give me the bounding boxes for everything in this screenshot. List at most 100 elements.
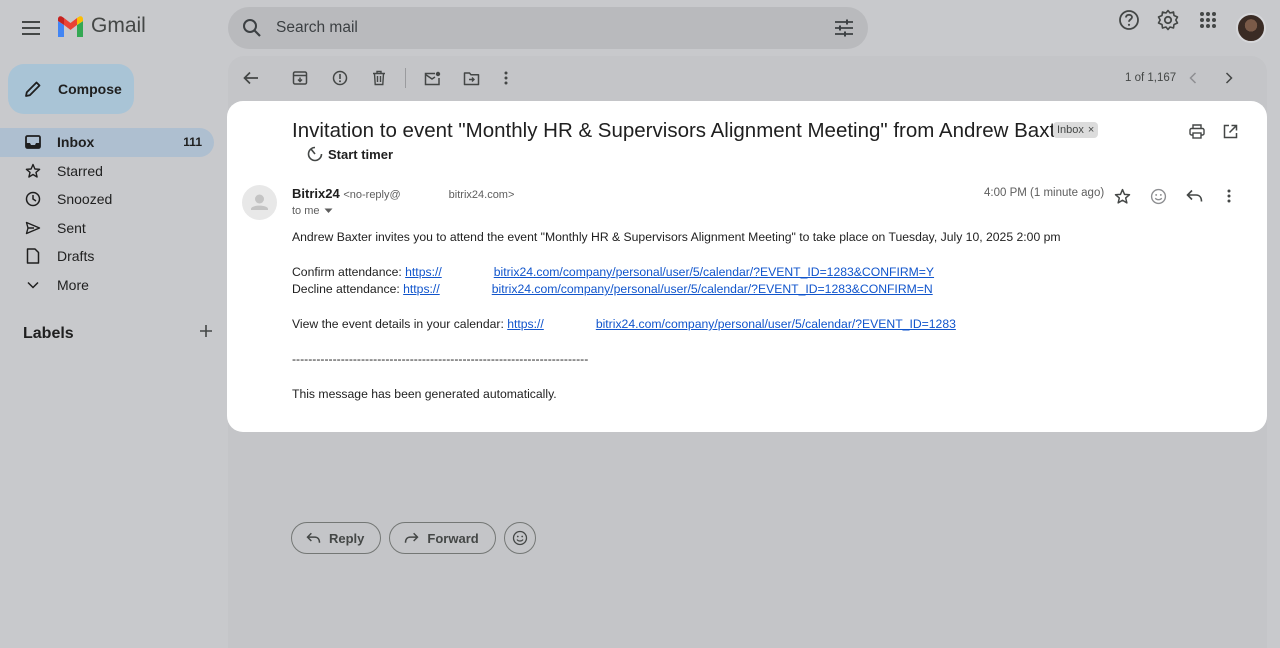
delete-button[interactable]: [365, 64, 393, 92]
star-button[interactable]: [1110, 184, 1134, 208]
more-actions-button[interactable]: [492, 64, 520, 92]
draft-icon: [24, 247, 42, 265]
recipient-details[interactable]: to me: [292, 205, 333, 217]
reply-icon-button[interactable]: [1182, 184, 1206, 208]
archive-button[interactable]: [286, 64, 314, 92]
email-card: Invitation to event "Monthly HR & Superv…: [227, 101, 1267, 432]
remove-label-icon[interactable]: ×: [1088, 124, 1094, 136]
send-icon: [24, 219, 42, 237]
emoji-icon: [512, 530, 527, 546]
back-button[interactable]: [237, 64, 265, 92]
pagination-text: 1 of 1,167: [1125, 72, 1177, 84]
star-icon: [24, 162, 42, 180]
print-button[interactable]: [1186, 120, 1208, 142]
sidebar-item-starred[interactable]: Starred: [0, 157, 214, 186]
top-bar: Gmail Search mail: [0, 0, 1280, 56]
sidebar-item-label: Inbox: [57, 134, 95, 151]
report-spam-button[interactable]: [326, 64, 354, 92]
unread-count: 111: [183, 135, 202, 150]
hamburger-icon: [22, 21, 40, 35]
footer-text: This message has been generated automati…: [292, 386, 557, 401]
labels-header: Labels: [23, 324, 213, 343]
decline-label: Decline attendance:: [292, 282, 404, 297]
email-timestamp: 4:00 PM (1 minute ago): [984, 187, 1105, 199]
message-more-button[interactable]: [1217, 184, 1241, 208]
more-vert-icon: [504, 71, 508, 85]
toolbar-divider: [405, 68, 406, 88]
chevron-down-icon: [24, 276, 42, 294]
search-input[interactable]: Search mail: [276, 19, 834, 37]
email-subject: Invitation to event "Monthly HR & Superv…: [292, 119, 1074, 142]
settings-button[interactable]: [1150, 2, 1186, 38]
labels-heading: Labels: [23, 324, 74, 342]
separator-line: ----------------------------------------…: [292, 351, 589, 366]
help-icon: [1119, 10, 1139, 30]
archive-icon: [292, 71, 308, 85]
account-avatar[interactable]: [1236, 13, 1266, 43]
open-new-window-button[interactable]: [1219, 120, 1241, 142]
sidebar: Compose Inbox 111 Starred Snoozed Sent D…: [0, 56, 228, 648]
sidebar-item-label: Sent: [57, 219, 86, 236]
compose-label: Compose: [58, 81, 122, 97]
sender-name[interactable]: Bitrix24: [292, 186, 340, 201]
sidebar-item-more[interactable]: More: [0, 271, 214, 300]
chevron-left-icon: [1189, 72, 1197, 84]
gmail-logo[interactable]: Gmail: [56, 14, 146, 38]
confirm-link[interactable]: https://bitrix24.com/company/personal/us…: [405, 265, 934, 279]
create-label-button[interactable]: [199, 324, 213, 343]
search-icon[interactable]: [242, 18, 262, 38]
move-to-button[interactable]: [457, 64, 485, 92]
open-in-new-icon: [1223, 124, 1237, 138]
sidebar-item-label: Snoozed: [57, 191, 113, 208]
inbox-label-chip[interactable]: Inbox ×: [1053, 122, 1099, 138]
add-reaction-button[interactable]: [1146, 184, 1170, 208]
reply-icon: [1185, 189, 1202, 202]
recipient-text: to me: [292, 205, 320, 217]
plus-icon: [200, 325, 212, 337]
newer-button[interactable]: [1179, 64, 1207, 92]
search-bar[interactable]: Search mail: [228, 7, 868, 49]
sender-email-suffix: bitrix24.com>: [448, 189, 515, 201]
print-icon: [1189, 123, 1205, 139]
gear-icon: [1157, 9, 1179, 31]
emoji-icon: [1150, 188, 1166, 204]
more-vert-icon: [1227, 189, 1231, 203]
view-calendar-link[interactable]: https://bitrix24.com/company/personal/us…: [507, 317, 956, 331]
sidebar-item-inbox[interactable]: Inbox 111: [0, 128, 214, 157]
compose-button[interactable]: Compose: [8, 64, 134, 114]
decline-line: Decline attendance: https://bitrix24.com…: [292, 281, 1061, 298]
sidebar-item-drafts[interactable]: Drafts: [0, 242, 214, 271]
sidebar-item-snoozed[interactable]: Snoozed: [0, 185, 214, 214]
message-toolbar: 1 of 1,167: [228, 60, 1267, 96]
body-intro: Andrew Baxter invites you to attend the …: [292, 230, 1061, 244]
apps-grid-icon: [1200, 12, 1216, 28]
sender-email-prefix: <no-reply@: [343, 189, 401, 201]
search-options-icon[interactable]: [834, 19, 854, 37]
folder-move-icon: [463, 71, 479, 85]
decline-link[interactable]: https://bitrix24.com/company/personal/us…: [403, 282, 933, 296]
forward-label: Forward: [427, 530, 479, 546]
caret-down-icon: [324, 208, 333, 213]
reply-button[interactable]: Reply: [291, 522, 382, 554]
view-label: View the event details in your calendar:: [292, 317, 508, 331]
sidebar-item-label: More: [57, 276, 89, 293]
help-button[interactable]: [1111, 2, 1147, 38]
main-menu-button[interactable]: [14, 10, 50, 46]
timer-icon: [307, 146, 323, 162]
sidebar-item-sent[interactable]: Sent: [0, 214, 214, 243]
trash-icon: [373, 70, 385, 86]
apps-button[interactable]: [1190, 2, 1226, 38]
confirm-line: Confirm attendance: https://bitrix24.com…: [292, 264, 1061, 281]
start-timer-button[interactable]: Start timer: [307, 146, 393, 162]
forward-button[interactable]: Forward: [389, 522, 496, 554]
sender-info: Bitrix24 <no-reply@ bitrix24.com>: [292, 186, 514, 201]
arrow-left-icon: [243, 71, 258, 85]
nav-list: Inbox 111 Starred Snoozed Sent Drafts Mo…: [0, 128, 214, 299]
emoji-reaction-button[interactable]: [503, 522, 536, 554]
mark-unread-button[interactable]: [418, 64, 446, 92]
reply-icon: [306, 532, 321, 543]
confirm-label: Confirm attendance:: [292, 264, 406, 279]
chevron-right-icon: [1225, 72, 1233, 84]
older-button[interactable]: [1215, 64, 1243, 92]
sender-avatar[interactable]: [242, 185, 277, 220]
